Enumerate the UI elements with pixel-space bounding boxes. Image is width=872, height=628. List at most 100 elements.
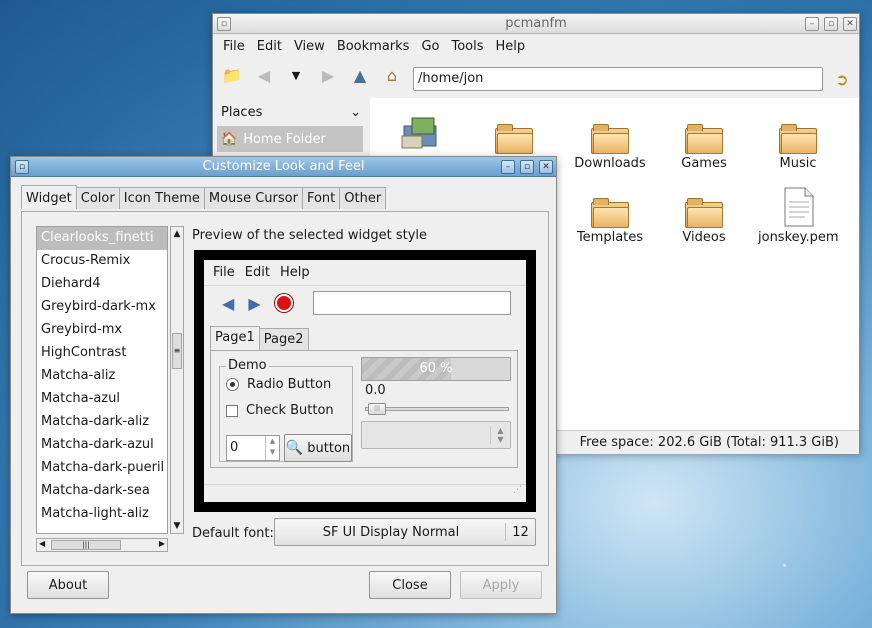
- folder-icon: [664, 182, 744, 228]
- search-icon: 🔍: [285, 440, 304, 456]
- menu-edit[interactable]: Edit: [251, 39, 288, 54]
- desktop-icon: [380, 108, 460, 154]
- menu-help[interactable]: Help: [490, 39, 532, 54]
- file-item[interactable]: [380, 108, 460, 154]
- chevron-down-icon: ⌄: [350, 104, 361, 120]
- widget-preview: File Edit Help ◀ ▶ Page1 Page2 Demo Radi…: [194, 250, 536, 512]
- tab-page1[interactable]: Page1: [210, 326, 260, 350]
- preview-window: File Edit Help ◀ ▶ Page1 Page2 Demo Radi…: [204, 260, 526, 502]
- tab-color[interactable]: Color: [75, 187, 120, 209]
- minimize-icon[interactable]: –: [501, 160, 515, 174]
- vertical-scrollbar[interactable]: ▲ ≡ ▼: [170, 226, 184, 534]
- folder-icon: [664, 108, 744, 154]
- preview-menu-help[interactable]: Help: [275, 265, 315, 280]
- forward-arrow-icon[interactable]: ▶: [317, 64, 339, 86]
- menubar: File Edit View Bookmarks Go Tools Help: [213, 34, 859, 58]
- place-home-folder[interactable]: 🏠 Home Folder: [217, 126, 363, 152]
- check-button[interactable]: Check Button: [226, 403, 334, 418]
- list-item[interactable]: Matcha-azul: [37, 388, 167, 411]
- apply-button[interactable]: Apply: [460, 571, 542, 599]
- preview-menu-edit[interactable]: Edit: [240, 265, 275, 280]
- list-item[interactable]: Matcha-light-aliz: [37, 503, 167, 526]
- tab-other[interactable]: Other: [339, 187, 387, 209]
- file-item[interactable]: Music: [758, 108, 838, 171]
- folder-icon: [570, 182, 650, 228]
- file-item[interactable]: Videos: [664, 182, 744, 245]
- file-item[interactable]: jonskey.pem: [758, 182, 839, 245]
- minimize-icon[interactable]: –: [805, 17, 819, 31]
- combo-box[interactable]: ▲ ▼: [361, 421, 511, 449]
- menu-bookmarks[interactable]: Bookmarks: [331, 39, 416, 54]
- scroll-up-icon[interactable]: ▲: [171, 227, 183, 241]
- history-dropdown-icon[interactable]: ▼: [285, 64, 307, 86]
- menu-file[interactable]: File: [217, 39, 251, 54]
- back-arrow-icon[interactable]: ◀: [222, 294, 234, 313]
- go-icon[interactable]: ➲: [831, 68, 853, 90]
- preview-label: Preview of the selected widget style: [192, 228, 428, 243]
- list-item[interactable]: Greybird-mx: [37, 319, 167, 342]
- tab-page2[interactable]: Page2: [258, 328, 309, 350]
- dialog-title: Customize Look and Feel: [202, 159, 365, 174]
- forward-arrow-icon[interactable]: ▶: [248, 294, 260, 313]
- spin-arrows-icon[interactable]: ▲ ▼: [265, 436, 279, 460]
- progress-bar: 60 %: [361, 357, 511, 381]
- close-icon[interactable]: ✕: [843, 17, 857, 31]
- list-item[interactable]: Matcha-dark-pueril: [37, 457, 167, 480]
- folder-icon: [570, 108, 650, 154]
- list-item[interactable]: Matcha-dark-sea: [37, 480, 167, 503]
- preview-menu-file[interactable]: File: [208, 265, 240, 280]
- file-name: Music: [779, 156, 817, 171]
- close-icon[interactable]: ✕: [539, 160, 553, 174]
- pcmanfm-titlebar[interactable]: ▫ pcmanfm – ▫ ✕: [213, 14, 859, 34]
- maximize-icon[interactable]: ▫: [824, 17, 838, 31]
- list-item[interactable]: Crocus-Remix: [37, 250, 167, 273]
- list-item[interactable]: Diehard4: [37, 273, 167, 296]
- preview-menubar: File Edit Help: [204, 260, 526, 286]
- theme-list[interactable]: Clearlooks_finetti Crocus-Remix Diehard4…: [36, 226, 168, 534]
- horizontal-scrollbar[interactable]: ◀ ||| ▶: [36, 538, 168, 552]
- slider-handle[interactable]: |||: [368, 403, 386, 415]
- tab-widget[interactable]: Widget: [21, 185, 77, 209]
- scroll-right-icon[interactable]: ▶: [159, 539, 165, 548]
- tab-font[interactable]: Font: [301, 187, 341, 209]
- file-item[interactable]: Templates: [570, 182, 650, 245]
- parent-folder-icon[interactable]: ▲: [349, 64, 371, 86]
- places-selector[interactable]: Places ⌄: [213, 98, 369, 126]
- back-arrow-icon[interactable]: ◀: [253, 64, 275, 86]
- preview-entry[interactable]: [312, 291, 511, 315]
- preview-button[interactable]: 🔍 button: [284, 434, 352, 462]
- stop-icon[interactable]: [274, 294, 293, 312]
- dialog-titlebar[interactable]: ▫ Customize Look and Feel – ▫ ✕: [11, 157, 556, 177]
- font-chooser-button[interactable]: SF UI Display Normal 12: [274, 518, 536, 546]
- spin-button[interactable]: 0 ▲ ▼: [226, 435, 280, 461]
- list-item[interactable]: HighContrast: [37, 342, 167, 365]
- menu-go[interactable]: Go: [415, 39, 445, 54]
- checkbox-indicator: [226, 404, 238, 417]
- scroll-down-icon[interactable]: ▼: [171, 519, 183, 533]
- list-item[interactable]: Matcha-aliz: [37, 365, 167, 388]
- list-item[interactable]: Matcha-dark-azul: [37, 434, 167, 457]
- radio-button[interactable]: Radio Button: [226, 377, 331, 392]
- button-label: button: [307, 440, 351, 456]
- tab-icon-theme[interactable]: Icon Theme: [118, 187, 205, 209]
- list-item[interactable]: Clearlooks_finetti: [37, 227, 167, 250]
- location-bar[interactable]: /home/jon: [413, 67, 823, 91]
- tab-mouse-cursor[interactable]: Mouse Cursor: [203, 187, 303, 209]
- scroll-thumb[interactable]: |||: [51, 540, 121, 550]
- file-item[interactable]: Downloads: [570, 108, 650, 171]
- file-item[interactable]: Games: [664, 108, 744, 171]
- slider[interactable]: |||: [365, 403, 509, 415]
- menu-view[interactable]: View: [288, 39, 331, 54]
- file-item[interactable]: [474, 108, 554, 154]
- preview-toolbar: ◀ ▶: [204, 286, 526, 320]
- about-button[interactable]: About: [27, 571, 109, 599]
- list-item[interactable]: Greybird-dark-mx: [37, 296, 167, 319]
- menu-tools[interactable]: Tools: [445, 39, 489, 54]
- scroll-thumb[interactable]: ≡: [172, 333, 182, 369]
- maximize-icon[interactable]: ▫: [520, 160, 534, 174]
- close-button[interactable]: Close: [369, 571, 451, 599]
- scroll-left-icon[interactable]: ◀: [39, 539, 45, 548]
- new-tab-icon[interactable]: 📁: [221, 64, 243, 86]
- list-item[interactable]: Matcha-dark-aliz: [37, 411, 167, 434]
- home-icon[interactable]: ⌂: [381, 64, 403, 86]
